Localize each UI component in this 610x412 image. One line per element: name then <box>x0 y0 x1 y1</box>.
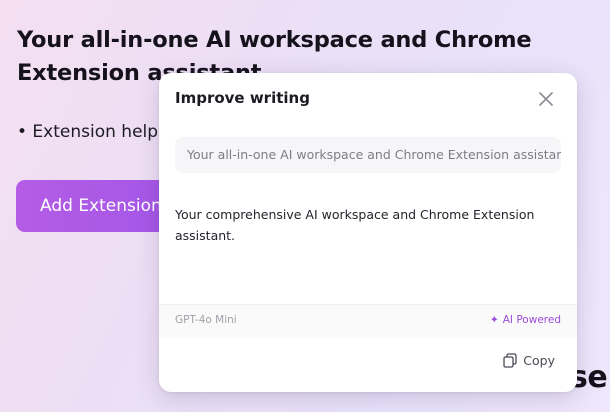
dialog-footer: GPT-4o Mini ✦ AI Powered <box>159 304 577 338</box>
sparkle-icon: ✦ <box>489 314 499 326</box>
close-button[interactable] <box>536 89 556 109</box>
copy-button[interactable]: Copy <box>503 353 555 368</box>
close-icon <box>539 92 553 106</box>
feature-bullet: • Extension helps <box>17 122 167 142</box>
ai-powered-label: AI Powered <box>502 314 561 326</box>
improved-text: Your comprehensive AI workspace and Chro… <box>175 207 535 243</box>
copy-icon <box>503 353 517 368</box>
source-text-box: Your all-in-one AI workspace and Chrome … <box>175 137 561 173</box>
ai-powered-badge: ✦ AI Powered <box>490 314 561 326</box>
model-label: GPT-4o Mini <box>175 314 237 326</box>
copy-label: Copy <box>523 353 555 368</box>
dialog-title: Improve writing <box>175 89 310 107</box>
improve-writing-dialog: Improve writing Your all-in-one AI works… <box>159 73 577 392</box>
